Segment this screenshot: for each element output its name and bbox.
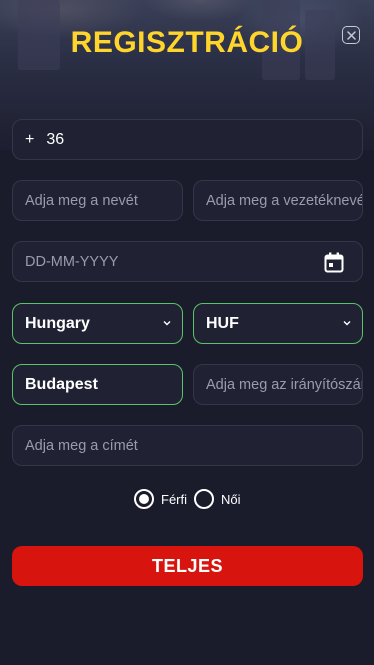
- last-name-field[interactable]: Adja meg a vezetéknevét: [193, 180, 363, 221]
- country-select[interactable]: Hungary: [12, 303, 183, 344]
- submit-button[interactable]: TELJES: [12, 546, 363, 586]
- address-placeholder: Adja meg a címét: [25, 437, 138, 454]
- modal-title: REGISZTRÁCIÓ: [70, 26, 304, 59]
- phone-field[interactable]: + 36: [12, 119, 363, 160]
- birth-date-field[interactable]: DD-MM-YYYY: [12, 241, 363, 282]
- calendar-icon[interactable]: [324, 252, 344, 273]
- city-field[interactable]: Budapest: [12, 364, 183, 405]
- last-name-placeholder: Adja meg a vezetéknevét: [206, 192, 362, 209]
- phone-prefix: +: [25, 130, 35, 148]
- radio-unselected[interactable]: [194, 489, 214, 509]
- birth-date-placeholder: DD-MM-YYYY: [25, 253, 119, 270]
- close-button[interactable]: [342, 26, 360, 44]
- country-value: Hungary: [25, 314, 90, 332]
- address-field[interactable]: Adja meg a címét: [12, 425, 363, 466]
- gender-option-male[interactable]: Férfi: [134, 489, 187, 509]
- gender-option-female[interactable]: Női: [194, 489, 241, 509]
- first-name-placeholder: Adja meg a nevét: [25, 192, 138, 209]
- gender-label-female: Női: [221, 491, 241, 507]
- currency-select[interactable]: HUF: [193, 303, 363, 344]
- postal-code-field[interactable]: Adja meg az irányítószámot: [193, 364, 363, 405]
- currency-value: HUF: [206, 314, 239, 332]
- phone-value: 36: [46, 130, 65, 148]
- chevron-down-icon: [343, 321, 351, 326]
- close-icon: [346, 30, 356, 40]
- gender-label-male: Férfi: [161, 491, 187, 507]
- first-name-field[interactable]: Adja meg a nevét: [12, 180, 183, 221]
- gender-radio-group: Férfi Női: [0, 489, 374, 511]
- chevron-down-icon: [163, 321, 171, 326]
- city-value: Budapest: [25, 375, 98, 393]
- radio-selected[interactable]: [134, 489, 154, 509]
- postal-code-placeholder: Adja meg az irányítószámot: [206, 376, 362, 393]
